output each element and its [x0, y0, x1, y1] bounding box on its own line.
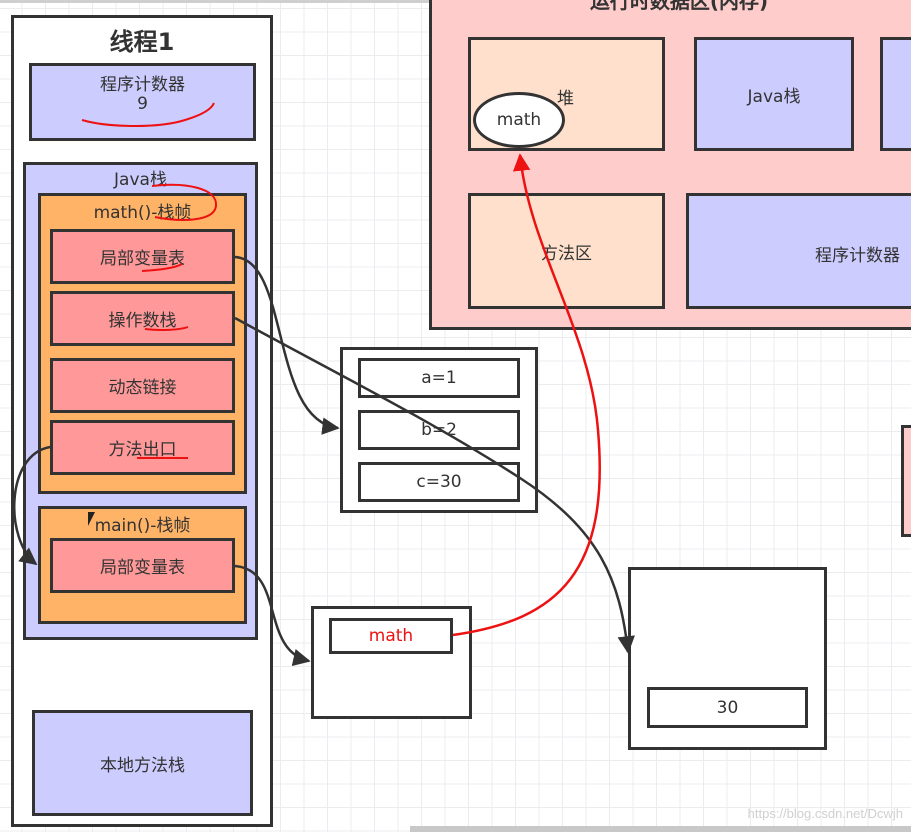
watermark: https://blog.csdn.net/Dcwjh — [747, 806, 903, 821]
heap-label: 堆 — [557, 89, 574, 109]
pc-value: 9 — [137, 94, 148, 114]
native-stack-box: 本地方法栈 — [32, 710, 253, 816]
runtime-title: 运行时数据区(内存) — [589, 0, 769, 13]
horizontal-scrollbar[interactable] — [410, 826, 911, 832]
partial-box-right — [901, 425, 911, 537]
local-var-a: a=1 — [358, 358, 520, 398]
thread-title: 线程1 — [109, 28, 175, 56]
java-stack-label: Java栈 — [114, 170, 167, 190]
operand-value: 30 — [647, 687, 808, 728]
math-frame-label: math()-栈帧 — [93, 203, 192, 223]
main-item-local-vars: 局部变量表 — [50, 538, 235, 593]
pc-box: 程序计数器 9 — [29, 63, 256, 141]
local-var-c: c=30 — [358, 462, 520, 502]
local-var-b: b=2 — [358, 410, 520, 450]
frame-item-operand-stack: 操作数栈 — [50, 291, 235, 346]
frame-item-local-vars: 局部变量表 — [50, 229, 235, 284]
runtime-java-stack: Java栈 — [694, 37, 854, 151]
main-local-math: math — [329, 618, 453, 654]
frame-item-dynamic-link: 动态链接 — [50, 358, 235, 413]
mouse-cursor-icon — [88, 512, 95, 526]
runtime-pc-box: 程序计数器 — [686, 193, 911, 309]
frame-item-return-address: 方法出口 — [50, 420, 235, 475]
method-area-box: 方法区 — [468, 193, 665, 309]
runtime-native-stack-partial — [880, 37, 911, 151]
pc-label: 程序计数器 — [100, 75, 185, 95]
main-frame-label: main()-栈帧 — [94, 516, 191, 536]
heap-object-math: math — [473, 92, 565, 148]
runtime-pc-label: 程序计数器 — [815, 246, 900, 266]
